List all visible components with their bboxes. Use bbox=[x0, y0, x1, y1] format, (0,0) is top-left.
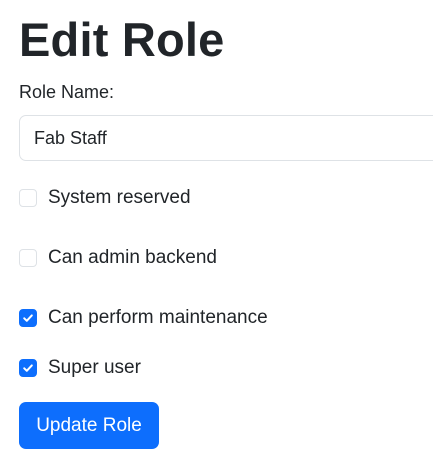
checkmark-icon bbox=[23, 364, 33, 372]
update-role-button[interactable]: Update Role bbox=[19, 402, 159, 449]
edit-role-page: Edit Role Role Name: System reserved Can… bbox=[0, 0, 433, 469]
super-user-label: Super user bbox=[48, 357, 141, 378]
checkmark-icon bbox=[23, 314, 33, 322]
can-admin-backend-label: Can admin backend bbox=[48, 247, 217, 268]
can-admin-backend-checkbox[interactable] bbox=[19, 249, 37, 267]
system-reserved-checkbox[interactable] bbox=[19, 189, 37, 207]
system-reserved-label: System reserved bbox=[48, 187, 191, 208]
can-perform-maintenance-checkbox[interactable] bbox=[19, 309, 37, 327]
page-title: Edit Role bbox=[19, 13, 225, 66]
role-name-input[interactable] bbox=[19, 115, 433, 161]
checkbox-row-super-user[interactable]: Super user bbox=[19, 355, 141, 381]
super-user-checkbox[interactable] bbox=[19, 359, 37, 377]
checkbox-row-can-admin-backend[interactable]: Can admin backend bbox=[19, 245, 217, 271]
checkbox-row-can-perform-maintenance[interactable]: Can perform maintenance bbox=[19, 305, 268, 331]
checkbox-row-system-reserved[interactable]: System reserved bbox=[19, 185, 191, 211]
can-perform-maintenance-label: Can perform maintenance bbox=[48, 307, 268, 328]
role-name-label: Role Name: bbox=[19, 82, 115, 102]
